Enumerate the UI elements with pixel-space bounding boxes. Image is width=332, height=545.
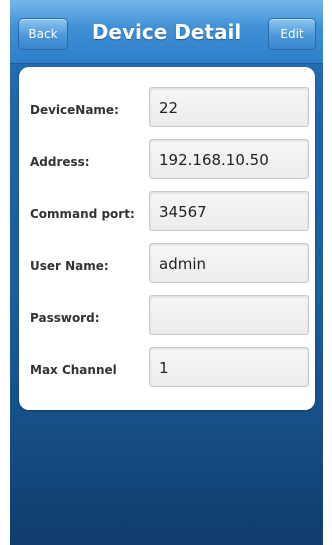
user-name-label: User Name: <box>30 259 109 273</box>
address-label: Address: <box>30 155 90 169</box>
address-field[interactable]: 192.168.10.50 <box>149 139 309 179</box>
command-port-row: Command port: 34567 <box>19 191 315 243</box>
edit-button[interactable]: Edit <box>268 18 316 50</box>
device-name-label: DeviceName: <box>30 103 119 117</box>
device-name-row: DeviceName: 22 <box>19 87 315 139</box>
user-name-field[interactable]: admin <box>149 243 309 283</box>
max-channel-label: Max Channel <box>30 363 117 377</box>
address-row: Address: 192.168.10.50 <box>19 139 315 191</box>
max-channel-row: Max Channel 1 <box>19 347 315 399</box>
screen: Back Device Detail Edit DeviceName: 22 A… <box>10 0 323 545</box>
password-field[interactable] <box>149 295 309 335</box>
command-port-field[interactable]: 34567 <box>149 191 309 231</box>
device-detail-form: DeviceName: 22 Address: 192.168.10.50 Co… <box>19 67 315 410</box>
nav-bar: Back Device Detail Edit <box>10 0 323 64</box>
max-channel-field[interactable]: 1 <box>149 347 309 387</box>
device-name-field[interactable]: 22 <box>149 87 309 127</box>
password-row: Password: <box>19 295 315 347</box>
password-label: Password: <box>30 311 100 325</box>
command-port-label: Command port: <box>30 207 135 221</box>
user-name-row: User Name: admin <box>19 243 315 295</box>
